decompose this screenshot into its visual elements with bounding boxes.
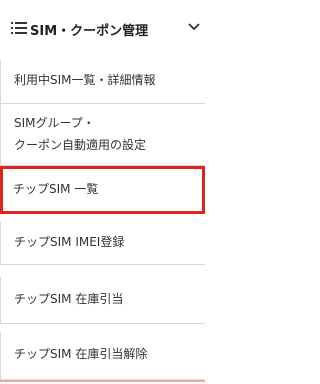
menu-item-sim-group-coupon[interactable]: SIMグループ・ クーポン自動適用の設定 bbox=[0, 104, 205, 166]
bottom-divider bbox=[0, 380, 205, 382]
menu-item-label: 利用中SIM一覧・詳細情報 bbox=[14, 73, 156, 87]
menu-item-label: チップSIM 一覧 bbox=[13, 182, 99, 196]
menu-item-chip-sim-imei[interactable]: チップSIM IMEI登録 bbox=[0, 222, 205, 265]
chevron-down-icon[interactable] bbox=[188, 22, 200, 32]
menu-item-chip-sim-allocate[interactable]: チップSIM 在庫引当 bbox=[0, 277, 205, 324]
menu-title: SIM・クーポン管理 bbox=[30, 24, 149, 39]
menu-item-chip-sim-list[interactable]: チップSIM 一覧 bbox=[0, 166, 205, 214]
menu-item-label: SIMグループ・ bbox=[14, 116, 95, 130]
menu-item-label: チップSIM 在庫引当解除 bbox=[14, 347, 148, 361]
list-icon bbox=[11, 22, 27, 34]
menu-item-sim-list[interactable]: 利用中SIM一覧・詳細情報 bbox=[0, 60, 205, 104]
menu-item-label: チップSIM 在庫引当 bbox=[14, 292, 124, 306]
menu-item-chip-sim-release[interactable]: チップSIM 在庫引当解除 bbox=[0, 332, 205, 380]
side-menu: SIM・クーポン管理 利用中SIM一覧・詳細情報 SIMグループ・ クーポン自動… bbox=[0, 0, 205, 384]
menu-header[interactable]: SIM・クーポン管理 bbox=[0, 0, 205, 60]
menu-item-label-second-line: クーポン自動適用の設定 bbox=[14, 138, 147, 152]
menu-item-label: チップSIM IMEI登録 bbox=[14, 235, 125, 249]
